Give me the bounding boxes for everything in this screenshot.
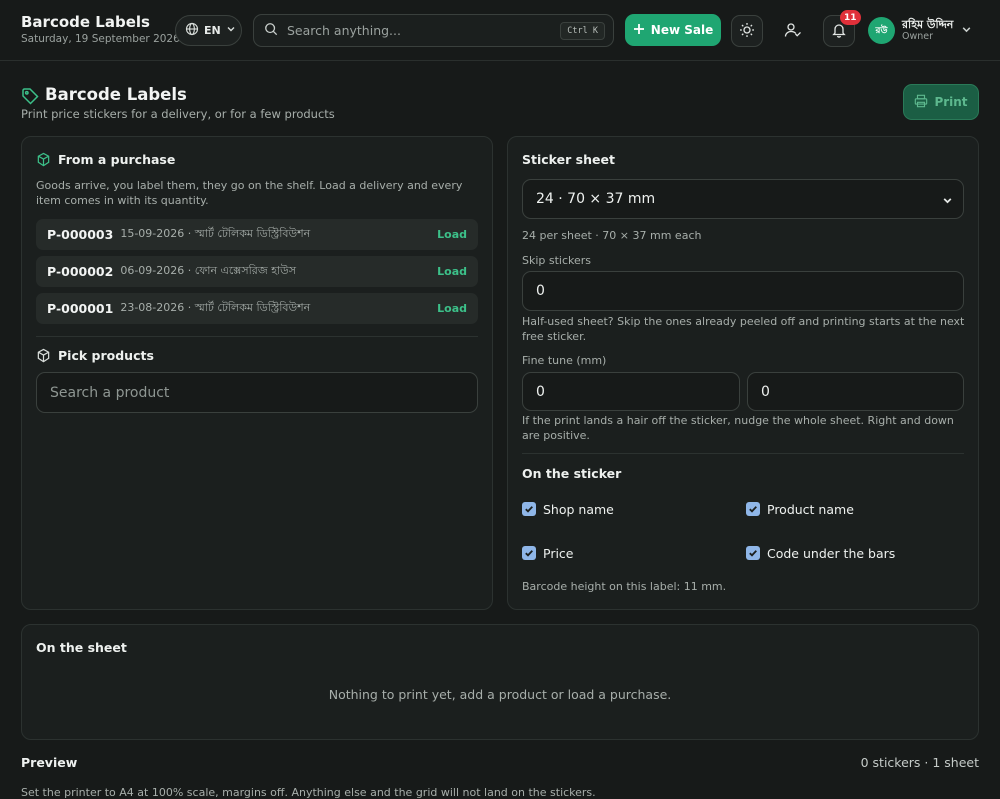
- price-label[interactable]: Price: [543, 546, 574, 561]
- check-icon: [749, 550, 757, 557]
- chevron-down-icon[interactable]: [961, 24, 972, 38]
- code-under-bars-checkbox[interactable]: [746, 546, 760, 560]
- new-sale-button[interactable]: New Sale: [625, 14, 721, 46]
- skip-stickers-help: Half-used sheet? Skip the ones already p…: [522, 315, 965, 343]
- user-check-icon: [784, 21, 802, 42]
- app-title: Barcode Labels: [21, 13, 150, 31]
- from-purchase-heading: From a purchase: [58, 152, 176, 167]
- purchase-date: 06-09-2026: [120, 264, 185, 277]
- check-icon: [525, 506, 533, 513]
- on-sheet-heading: On the sheet: [36, 640, 127, 655]
- shop-name-label[interactable]: Shop name: [543, 502, 614, 517]
- chevron-down-icon: [942, 194, 953, 210]
- purchase-row[interactable]: P-000002 06-09-2026 · ফোন এক্সেসরিজ হাউস…: [36, 256, 478, 287]
- printer-icon: [914, 94, 928, 111]
- box-icon: [36, 348, 51, 366]
- purchase-code: P-000001: [47, 301, 114, 316]
- code-under-bars-label[interactable]: Code under the bars: [767, 546, 895, 561]
- fine-tune-y-input[interactable]: 0: [747, 372, 964, 411]
- purchase-code: P-000002: [47, 264, 114, 279]
- avatar[interactable]: রউ: [868, 17, 895, 44]
- preview-note: Set the printer to A4 at 100% scale, mar…: [21, 786, 596, 799]
- purchase-meta: 06-09-2026 · ফোন এক্সেসরিজ হাউস: [120, 264, 296, 277]
- divider: [522, 453, 964, 454]
- boxes-icon: [36, 152, 51, 170]
- page-title: Barcode Labels: [45, 85, 187, 104]
- sticker-sheet-heading: Sticker sheet: [522, 152, 615, 167]
- chevron-down-icon: [226, 24, 236, 37]
- purchase-code: P-000003: [47, 227, 114, 242]
- search-placeholder: Search anything...: [287, 23, 401, 38]
- new-sale-label: New Sale: [650, 23, 714, 37]
- product-name-checkbox[interactable]: [746, 502, 760, 516]
- page-subtitle: Print price stickers for a delivery, or …: [21, 107, 335, 121]
- skip-stickers-value: 0: [536, 283, 545, 299]
- fine-tune-label: Fine tune (mm): [522, 354, 607, 367]
- purchase-date: 15-09-2026: [120, 227, 185, 240]
- preview-heading: Preview: [21, 755, 78, 770]
- customers-button[interactable]: [777, 15, 809, 47]
- fine-tune-y-value: 0: [761, 383, 770, 400]
- tag-icon: [21, 87, 39, 108]
- purchase-supplier: স্মার্ট টেলিকম ডিস্ট্রিবিউশন: [194, 227, 311, 240]
- purchase-supplier: স্মার্ট টেলিকম ডিস্ট্রিবিউশন: [194, 301, 311, 314]
- skip-stickers-label: Skip stickers: [522, 254, 592, 267]
- on-sticker-heading: On the sticker: [522, 466, 622, 481]
- language-selector[interactable]: EN: [175, 15, 242, 46]
- load-button[interactable]: Load: [437, 265, 467, 278]
- current-date: Saturday, 19 September 2026: [21, 33, 180, 45]
- on-sheet-card: [21, 624, 979, 740]
- product-name-label[interactable]: Product name: [767, 502, 854, 517]
- fine-tune-x-input[interactable]: 0: [522, 372, 740, 411]
- sheet-size-value: 24 · 70 × 37 mm: [536, 191, 656, 207]
- print-button[interactable]: Print: [903, 84, 979, 120]
- sun-icon: [739, 22, 755, 41]
- load-button[interactable]: Load: [437, 302, 467, 315]
- top-bar: Barcode Labels Saturday, 19 September 20…: [0, 0, 1000, 61]
- product-search-input[interactable]: Search a product: [36, 372, 478, 413]
- fine-tune-help: If the print lands a hair off the sticke…: [522, 414, 954, 442]
- check-icon: [525, 550, 533, 557]
- divider: [36, 336, 478, 337]
- purchase-date: 23-08-2026: [120, 301, 185, 314]
- from-purchase-description: Goods arrive, you label them, they go on…: [36, 179, 463, 207]
- theme-toggle-button[interactable]: [731, 15, 763, 47]
- pick-products-heading: Pick products: [58, 348, 154, 363]
- check-icon: [749, 506, 757, 513]
- purchase-meta: 15-09-2026 · স্মার্ট টেলিকম ডিস্ট্রিবিউশ…: [120, 227, 311, 240]
- notification-badge: 11: [840, 10, 861, 25]
- language-label: EN: [204, 24, 221, 37]
- product-search-placeholder: Search a product: [50, 384, 170, 401]
- plus-icon: [633, 23, 645, 38]
- load-button[interactable]: Load: [437, 228, 467, 241]
- sheet-info: 24 per sheet · 70 × 37 mm each: [522, 229, 702, 242]
- price-checkbox[interactable]: [522, 546, 536, 560]
- barcode-height-note: Barcode height on this label: 11 mm.: [522, 580, 727, 593]
- sheet-size-select[interactable]: 24 · 70 × 37 mm: [522, 179, 964, 219]
- preview-count: 0 stickers · 1 sheet: [860, 755, 979, 770]
- fine-tune-x-value: 0: [536, 383, 545, 400]
- global-search[interactable]: Search anything... Ctrl K: [253, 14, 614, 47]
- shop-name-checkbox[interactable]: [522, 502, 536, 516]
- purchase-row[interactable]: P-000003 15-09-2026 · স্মার্ট টেলিকম ডিস…: [36, 219, 478, 250]
- purchase-row[interactable]: P-000001 23-08-2026 · স্মার্ট টেলিকম ডিস…: [36, 293, 478, 324]
- search-icon: [264, 22, 278, 39]
- user-role: Owner: [902, 31, 934, 42]
- purchase-meta: 23-08-2026 · স্মার্ট টেলিকম ডিস্ট্রিবিউশ…: [120, 301, 311, 314]
- globe-icon: [185, 22, 199, 39]
- skip-stickers-input[interactable]: 0: [522, 271, 964, 311]
- purchase-supplier: ফোন এক্সেসরিজ হাউস: [194, 264, 296, 277]
- empty-state-message: Nothing to print yet, add a product or l…: [328, 687, 672, 702]
- print-label: Print: [934, 95, 968, 109]
- search-shortcut: Ctrl K: [560, 22, 605, 40]
